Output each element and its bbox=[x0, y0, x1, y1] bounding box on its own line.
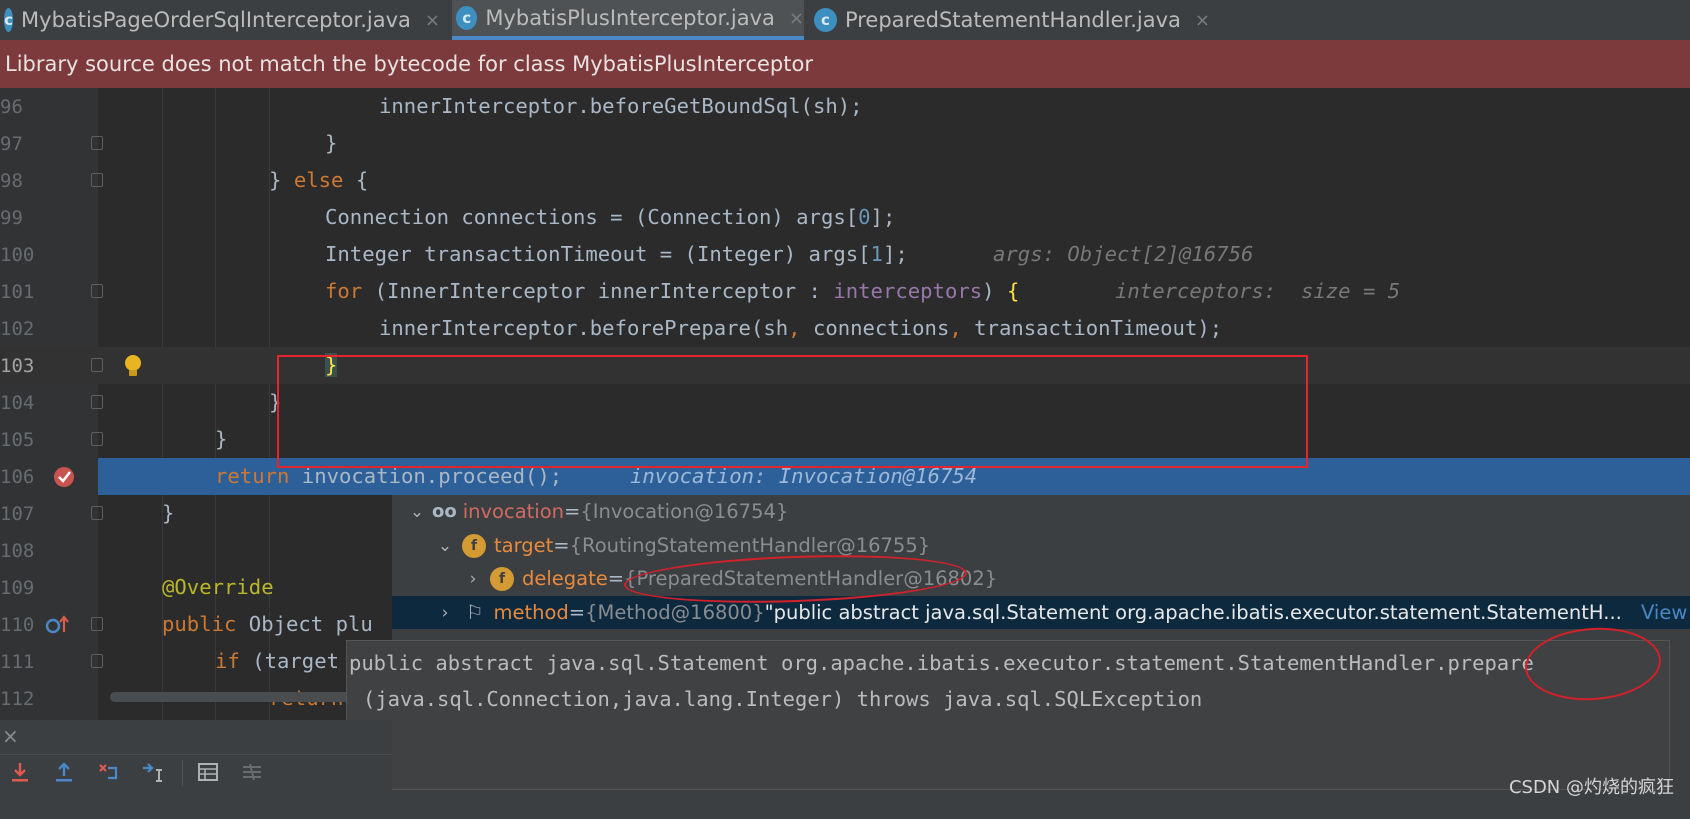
java-class-icon: c bbox=[456, 6, 478, 30]
fold-marker-icon[interactable] bbox=[91, 358, 103, 372]
step-out-icon[interactable] bbox=[52, 760, 76, 784]
line-number: 100 bbox=[0, 244, 35, 266]
code-text: innerInterceptor.beforeGetBoundSql(sh); bbox=[379, 94, 863, 118]
breakpoint-icon[interactable] bbox=[52, 465, 76, 489]
fold-marker-icon[interactable] bbox=[91, 506, 103, 520]
fold-marker-icon[interactable] bbox=[91, 432, 103, 446]
tree-node-invocation[interactable]: ⌄ oo invocation = {Invocation@16754} bbox=[406, 495, 1690, 528]
line-number: 101 bbox=[0, 281, 35, 303]
tooltip-line: (java.sql.Connection,java.lang.Integer) … bbox=[363, 687, 1203, 711]
close-icon[interactable]: × bbox=[2, 724, 19, 748]
code-line[interactable]: 101 for (InnerInterceptor innerIntercept… bbox=[0, 273, 1690, 310]
chevron-down-icon[interactable]: ⌄ bbox=[434, 536, 456, 556]
code-line[interactable]: 96 innerInterceptor.beforeGetBoundSql(sh… bbox=[0, 88, 1690, 125]
inline-debug-hint: interceptors: size = 5 bbox=[1115, 279, 1401, 303]
tab-label: MybatisPageOrderSqlInterceptor.java bbox=[21, 8, 411, 32]
lightbulb-icon[interactable] bbox=[121, 353, 145, 379]
line-number: 102 bbox=[0, 318, 35, 340]
source-mismatch-banner: Library source does not match the byteco… bbox=[0, 40, 1690, 88]
flag-icon: ⚐ bbox=[466, 601, 484, 624]
fold-marker-icon[interactable] bbox=[91, 173, 103, 187]
code-text: } else { bbox=[269, 168, 369, 192]
code-text: Integer transactionTimeout = (Integer) a… bbox=[325, 242, 908, 266]
code-text: if (target bbox=[215, 649, 340, 673]
trace-stream-icon[interactable] bbox=[240, 760, 264, 784]
chevron-right-icon[interactable]: › bbox=[462, 569, 484, 589]
line-number: 103 bbox=[0, 355, 35, 377]
line-number: 109 bbox=[0, 577, 35, 599]
banner-text: Library source does not match the byteco… bbox=[5, 52, 813, 76]
run-to-cursor-icon[interactable] bbox=[140, 760, 164, 784]
code-text: @Override bbox=[162, 575, 274, 599]
step-into-icon[interactable] bbox=[8, 760, 32, 784]
highlight-box-annotation bbox=[277, 355, 1308, 468]
evaluate-expression-icon[interactable] bbox=[196, 760, 220, 784]
line-number: 104 bbox=[0, 392, 35, 414]
chevron-down-icon[interactable]: ⌄ bbox=[406, 502, 428, 522]
code-line[interactable]: 98 } else { bbox=[0, 162, 1690, 199]
tab-prepared-statement-handler[interactable]: c PreparedStatementHandler.java × bbox=[810, 0, 1210, 40]
field-icon: f bbox=[462, 533, 486, 558]
view-link[interactable]: View bbox=[1641, 601, 1687, 624]
code-text: for (InnerInterceptor innerInterceptor :… bbox=[325, 279, 1020, 303]
line-number: 110 bbox=[0, 614, 35, 636]
code-line[interactable]: 97 } bbox=[0, 125, 1690, 162]
field-icon: f bbox=[490, 566, 514, 591]
close-tab-icon[interactable]: × bbox=[425, 10, 440, 31]
tab-label: MybatisPlusInterceptor.java bbox=[485, 6, 775, 30]
chevron-right-icon[interactable]: › bbox=[434, 603, 456, 623]
tree-node-method[interactable]: › ⚐ method = {Method@16800} "public abst… bbox=[392, 596, 1690, 629]
watermark: CSDN @灼烧的疯狂 bbox=[1508, 777, 1674, 798]
line-number: 107 bbox=[0, 503, 35, 525]
line-number: 111 bbox=[0, 651, 35, 673]
tab-mybatis-plus-interceptor[interactable]: c MybatisPlusInterceptor.java × bbox=[452, 0, 804, 40]
fold-marker-icon[interactable] bbox=[91, 654, 103, 668]
tab-mybatis-page-order-sql-interceptor[interactable]: c MybatisPageOrderSqlInterceptor.java × bbox=[0, 0, 440, 40]
divider bbox=[0, 754, 392, 755]
override-method-icon[interactable] bbox=[44, 614, 70, 636]
java-class-icon: c bbox=[814, 8, 837, 32]
method-signature-tooltip: public abstract java.sql.Statement org.a… bbox=[346, 640, 1670, 790]
code-text: public Object plu bbox=[162, 612, 373, 636]
code-line[interactable]: 99 Connection connections = (Connection)… bbox=[0, 199, 1690, 236]
fold-marker-icon[interactable] bbox=[91, 395, 103, 409]
line-number: 97 bbox=[0, 133, 23, 155]
java-class-icon: c bbox=[4, 8, 14, 32]
tooltip-line: public abstract java.sql.Statement org.a… bbox=[349, 651, 1534, 675]
editor-tab-bar: c MybatisPageOrderSqlInterceptor.java × … bbox=[0, 0, 1690, 41]
close-tab-icon[interactable]: × bbox=[1195, 10, 1210, 31]
line-number: 112 bbox=[0, 688, 35, 710]
code-line[interactable]: 102 innerInterceptor.beforePrepare(sh, c… bbox=[0, 310, 1690, 347]
drop-frame-icon[interactable] bbox=[96, 760, 120, 784]
line-number: 108 bbox=[0, 540, 35, 562]
line-number: 96 bbox=[0, 96, 23, 118]
line-number: 106 bbox=[0, 466, 35, 488]
fold-marker-icon[interactable] bbox=[91, 617, 103, 631]
toolbar-separator bbox=[182, 760, 183, 786]
code-text: } bbox=[325, 131, 338, 155]
line-number: 98 bbox=[0, 170, 23, 192]
code-text: } bbox=[162, 501, 175, 525]
tree-node-target[interactable]: ⌄ f target = {RoutingStatementHandler@16… bbox=[434, 529, 1690, 562]
debug-toolbar-pane: × bbox=[0, 720, 392, 819]
fold-marker-icon[interactable] bbox=[91, 284, 103, 298]
line-number: 99 bbox=[0, 207, 23, 229]
watch-glasses-icon: oo bbox=[432, 501, 457, 522]
inline-debug-hint: args: Object[2]@16756 bbox=[993, 242, 1254, 266]
code-text: } bbox=[215, 427, 228, 451]
line-number: 105 bbox=[0, 429, 35, 451]
code-text: Connection connections = (Connection) ar… bbox=[325, 205, 896, 229]
fold-marker-icon[interactable] bbox=[91, 136, 103, 150]
code-text: innerInterceptor.beforePrepare(sh, conne… bbox=[379, 316, 1223, 340]
code-line[interactable]: 100 Integer transactionTimeout = (Intege… bbox=[0, 236, 1690, 273]
close-tab-icon[interactable]: × bbox=[789, 8, 804, 29]
tab-label: PreparedStatementHandler.java bbox=[844, 8, 1181, 32]
horizontal-scrollbar[interactable] bbox=[110, 692, 350, 702]
